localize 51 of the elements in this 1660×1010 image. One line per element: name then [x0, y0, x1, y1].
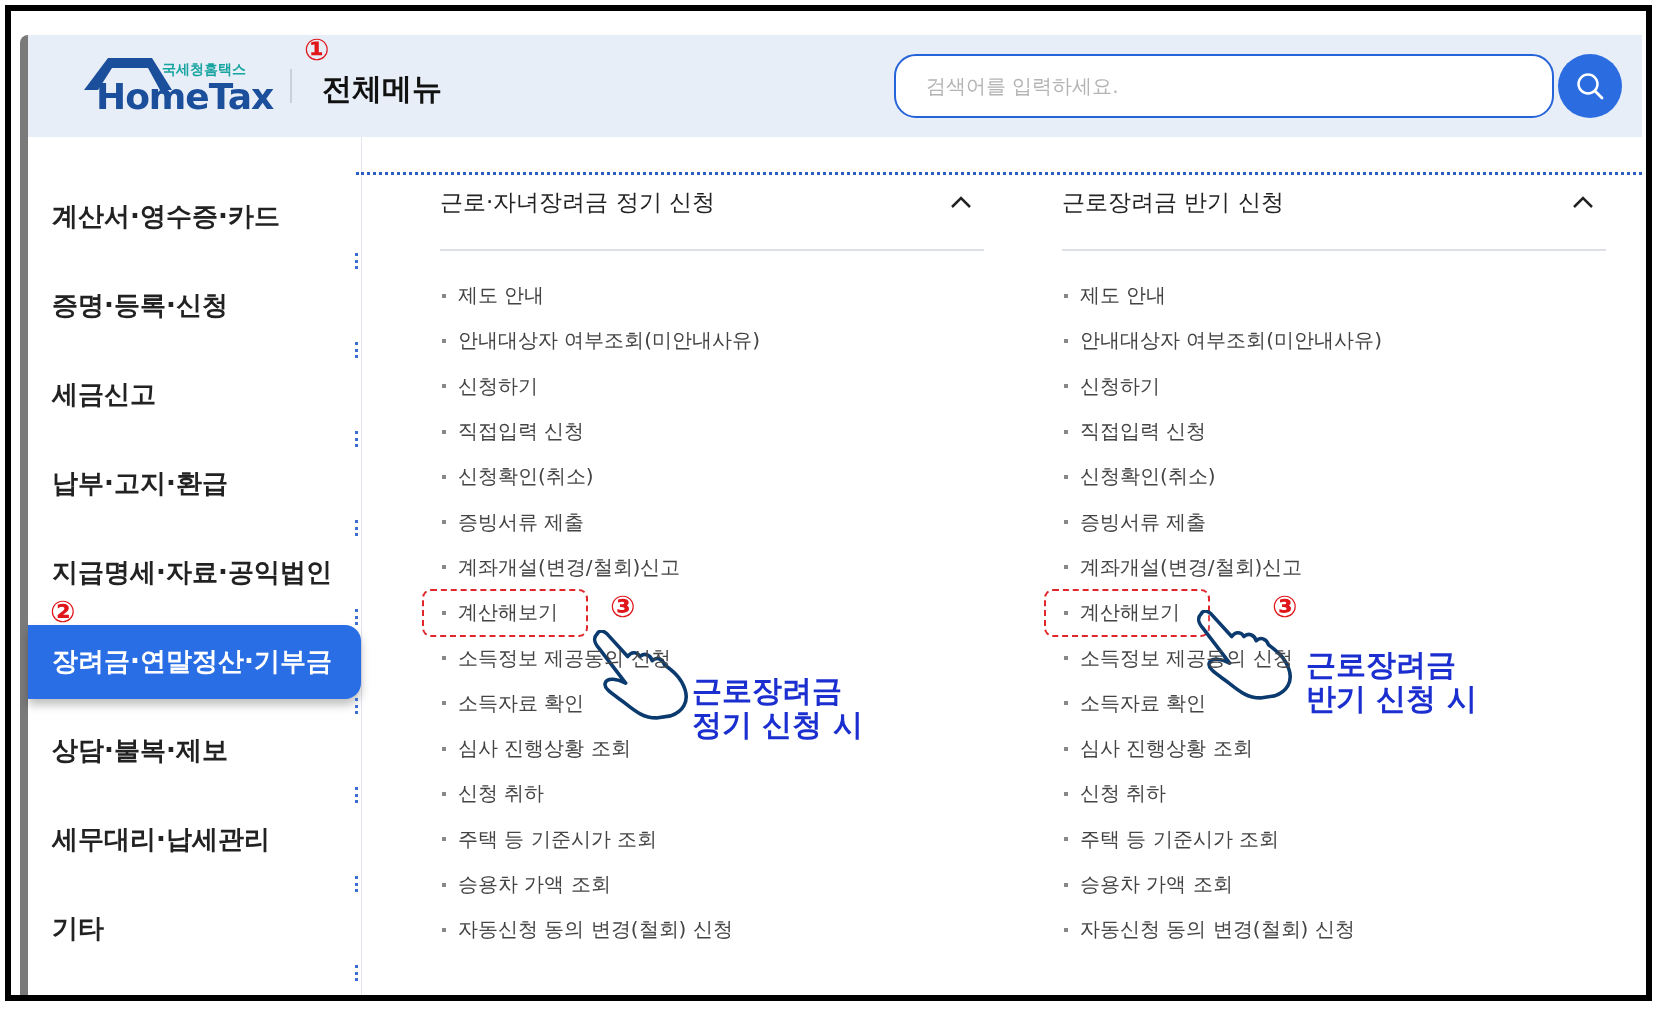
menu-link[interactable]: 제도 안내	[440, 282, 545, 310]
menu-link[interactable]: 증빙서류 제출	[440, 508, 585, 536]
sidebar-item[interactable]: 계산서·영수증·카드	[28, 194, 361, 239]
menu-link[interactable]: 신청확인(취소)	[440, 463, 594, 491]
menu-link[interactable]: 안내대상자 여부조회(미안내사유)	[440, 327, 760, 355]
menu-link[interactable]: 심사 진행상황 조회	[440, 735, 631, 763]
annotation-text: 근로장려금 정기 신청 시	[692, 674, 863, 743]
search-icon	[1575, 71, 1605, 101]
menu-link[interactable]: 신청하기	[440, 372, 538, 400]
menu-link[interactable]: 계좌개설(변경/철회)신고	[1062, 553, 1303, 581]
sidebar-item[interactable]: 증명·등록·신청	[28, 283, 361, 328]
menu-link[interactable]: 주택 등 기준시가 조회	[440, 825, 658, 853]
menu-link[interactable]: 신청 취하	[440, 780, 545, 808]
menu-link[interactable]: 소득자료 확인	[440, 689, 585, 717]
menu-link[interactable]: 자동신청 동의 변경(철회) 신청	[440, 916, 733, 944]
menu-link[interactable]: 계산해보기	[1062, 599, 1180, 627]
menu-link[interactable]: 신청확인(취소)	[1062, 463, 1216, 491]
step-marker: ③	[1272, 590, 1298, 625]
search-field[interactable]: 검색어를 입력하세요.	[894, 54, 1554, 118]
menu-link[interactable]: 심사 진행상황 조회	[1062, 735, 1253, 763]
menu-link[interactable]: 승용차 가액 조회	[440, 871, 611, 898]
menu-link[interactable]: 계좌개설(변경/철회)신고	[440, 553, 681, 581]
section-title: 근로장려금 반기 신청	[1062, 188, 1284, 217]
sidebar-item[interactable]: 상담·불복·제보	[28, 728, 361, 773]
step-marker: ③	[610, 590, 636, 625]
menu-link[interactable]: 직접입력 신청	[1062, 418, 1207, 446]
logo-text: HomeTax	[96, 76, 274, 118]
chevron-up-icon[interactable]	[1572, 195, 1594, 209]
section-title: 근로·자녀장려금 정기 신청	[440, 188, 715, 217]
menu-link[interactable]: 자동신청 동의 변경(철회) 신청	[1062, 916, 1355, 944]
menu-link[interactable]: 증빙서류 제출	[1062, 508, 1207, 536]
step-marker: ①	[304, 32, 330, 67]
menu-link[interactable]: 신청하기	[1062, 372, 1160, 400]
menu-link[interactable]: 제도 안내	[1062, 282, 1167, 310]
sidebar-item[interactable]: 지급명세·자료·공익법인	[28, 550, 361, 595]
annotation-text: 근로장려금 반기 신청 시	[1306, 648, 1477, 717]
menu-link[interactable]: 직접입력 신청	[440, 418, 585, 446]
sidebar-item[interactable]: 세금신고	[28, 372, 361, 417]
sidebar-item[interactable]: 세무대리·납세관리	[28, 817, 361, 862]
sidebar-item[interactable]: 납부·고지·환급	[28, 461, 361, 506]
menu-link[interactable]: 승용차 가액 조회	[1062, 871, 1233, 898]
sidebar-item[interactable]: 장려금·연말정산·기부금	[28, 624, 361, 699]
sidebar-item[interactable]: 기타	[28, 906, 361, 951]
menu-link[interactable]: 소득자료 확인	[1062, 689, 1207, 717]
menu-link[interactable]: 안내대상자 여부조회(미안내사유)	[1062, 327, 1382, 355]
menu-link[interactable]: 신청 취하	[1062, 780, 1167, 808]
menu-link[interactable]: 주택 등 기준시가 조회	[1062, 825, 1280, 853]
page-title: 전체메뉴	[322, 70, 442, 106]
logo-caption: 국세청홈택스	[162, 61, 246, 79]
chevron-up-icon[interactable]	[950, 195, 972, 209]
menu-link[interactable]: 계산해보기	[440, 599, 558, 627]
